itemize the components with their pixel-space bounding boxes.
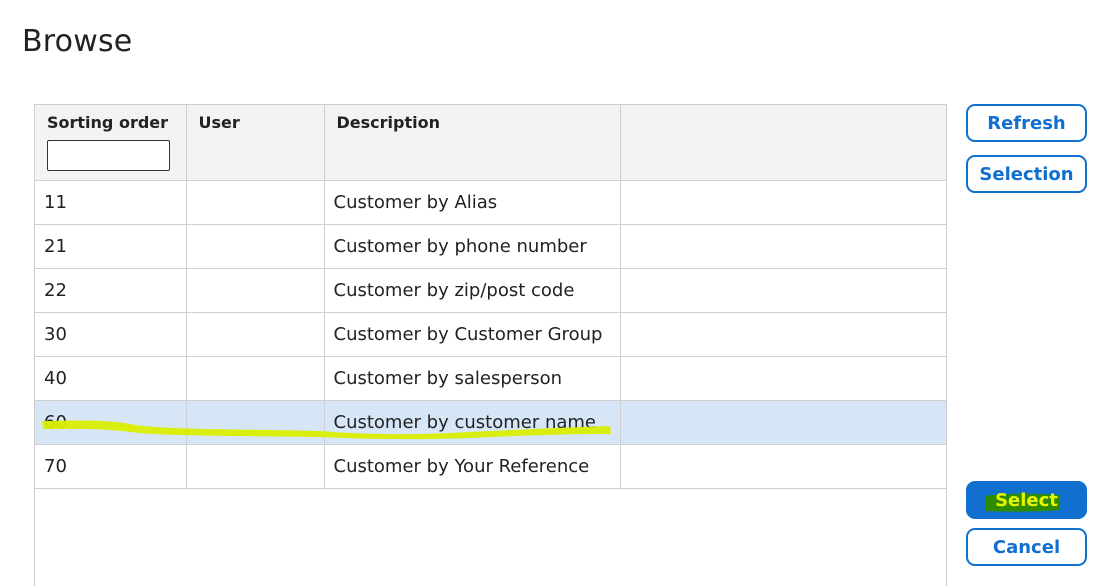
table-row[interactable]: 21 Customer by phone number: [35, 224, 946, 269]
column-header-sorting-order[interactable]: Sorting order: [35, 105, 187, 181]
browse-grid: Sorting order User Description 11 Custome…: [34, 104, 947, 586]
cell-empty: [620, 268, 946, 313]
table-row[interactable]: 30 Customer by Customer Group: [35, 312, 946, 357]
cell-description: Customer by customer name: [324, 400, 621, 445]
selection-button[interactable]: Selection: [966, 155, 1087, 193]
cell-description: Customer by salesperson: [324, 356, 621, 401]
cell-description: Customer by zip/post code: [324, 268, 621, 313]
table-row[interactable]: 22 Customer by zip/post code: [35, 268, 946, 313]
cancel-button[interactable]: Cancel: [966, 528, 1087, 566]
cell-empty: [620, 312, 946, 357]
cell-user: [186, 312, 325, 357]
cell-empty: [620, 224, 946, 269]
cell-description: Customer by Customer Group: [324, 312, 621, 357]
cell-empty: [620, 400, 946, 445]
column-label: User: [198, 113, 240, 132]
sorting-order-filter-input[interactable]: [47, 140, 170, 171]
cell-description: Customer by Alias: [324, 180, 621, 225]
cell-empty: [620, 444, 946, 489]
refresh-button[interactable]: Refresh: [966, 104, 1087, 142]
column-label: Description: [336, 113, 440, 132]
cell-description: Customer by Your Reference: [324, 444, 621, 489]
cell-user: [186, 356, 325, 401]
table-row[interactable]: 40 Customer by salesperson: [35, 356, 946, 401]
cell-empty: [620, 180, 946, 225]
cell-sorting-order: 21: [35, 224, 187, 269]
cell-description: Customer by phone number: [324, 224, 621, 269]
header-row: Sorting order User Description: [35, 105, 946, 181]
table-row[interactable]: 70 Customer by Your Reference: [35, 444, 946, 489]
column-header-empty: [620, 105, 946, 181]
select-button[interactable]: Select: [966, 481, 1087, 519]
table-row[interactable]: 11 Customer by Alias: [35, 180, 946, 225]
table-row[interactable]: 60 Customer by customer name: [35, 400, 946, 445]
cell-user: [186, 444, 325, 489]
cell-sorting-order: 70: [35, 444, 187, 489]
browse-table: Sorting order User Description 11 Custome…: [35, 105, 946, 489]
column-header-description[interactable]: Description: [324, 105, 621, 181]
cell-sorting-order: 22: [35, 268, 187, 313]
cell-empty: [620, 356, 946, 401]
cell-sorting-order: 30: [35, 312, 187, 357]
cell-user: [186, 180, 325, 225]
cell-sorting-order: 60: [35, 400, 187, 445]
cell-sorting-order: 11: [35, 180, 187, 225]
page-title: Browse: [22, 24, 133, 59]
cell-user: [186, 224, 325, 269]
column-header-user[interactable]: User: [186, 105, 325, 181]
cell-sorting-order: 40: [35, 356, 187, 401]
column-label: Sorting order: [47, 113, 169, 132]
cell-user: [186, 400, 325, 445]
cell-user: [186, 268, 325, 313]
